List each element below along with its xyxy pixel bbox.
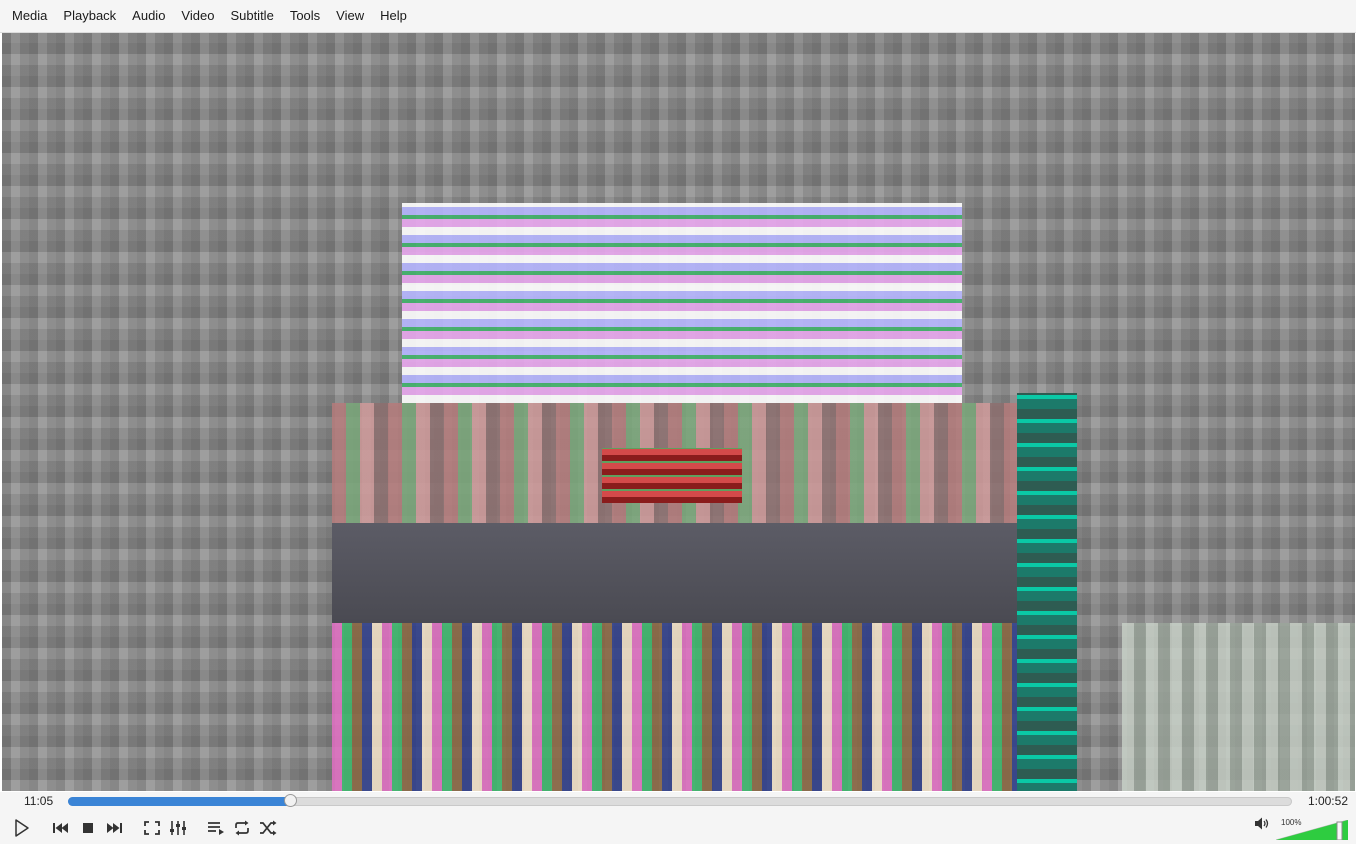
video-frame-region xyxy=(1122,623,1355,791)
extended-settings-icon xyxy=(170,821,186,835)
media-player-window: Media Playback Audio Video Subtitle Tool… xyxy=(0,0,1356,844)
extended-settings-button[interactable] xyxy=(167,817,189,839)
control-bar xyxy=(0,812,1356,844)
next-icon xyxy=(107,823,122,833)
next-button[interactable] xyxy=(103,817,125,839)
fullscreen-button[interactable] xyxy=(141,817,163,839)
menu-bar: Media Playback Audio Video Subtitle Tool… xyxy=(0,0,1356,33)
playlist-button[interactable] xyxy=(205,817,227,839)
menu-help[interactable]: Help xyxy=(372,0,415,32)
speaker-icon xyxy=(1255,817,1269,830)
stop-button[interactable] xyxy=(77,817,99,839)
menu-subtitle[interactable]: Subtitle xyxy=(222,0,281,32)
playlist-icon xyxy=(208,822,224,835)
menu-video[interactable]: Video xyxy=(173,0,222,32)
previous-icon xyxy=(53,823,68,833)
shuffle-icon xyxy=(260,820,277,836)
seek-slider[interactable] xyxy=(68,794,1292,807)
video-frame-region xyxy=(602,448,742,503)
elapsed-time[interactable]: 11:05 xyxy=(24,794,53,808)
mute-button[interactable] xyxy=(1253,813,1271,833)
previous-button[interactable] xyxy=(50,817,72,839)
menu-view[interactable]: View xyxy=(328,0,372,32)
video-frame-region xyxy=(402,203,962,403)
video-frame-region xyxy=(332,623,1032,791)
video-frame-region xyxy=(332,523,1022,623)
volume-triangle xyxy=(1275,819,1349,841)
video-display[interactable] xyxy=(2,33,1355,791)
fullscreen-icon xyxy=(144,821,160,835)
menu-tools[interactable]: Tools xyxy=(282,0,328,32)
seek-row: 11:05 1:00:52 xyxy=(0,792,1356,812)
loop-button[interactable] xyxy=(231,817,253,839)
video-frame-region xyxy=(1017,393,1077,791)
stop-icon xyxy=(83,823,93,833)
menu-audio[interactable]: Audio xyxy=(124,0,173,32)
play-button[interactable] xyxy=(10,817,32,839)
seek-progress xyxy=(68,797,291,806)
play-icon xyxy=(15,819,29,837)
total-time[interactable]: 1:00:52 xyxy=(1308,794,1348,808)
seek-handle[interactable] xyxy=(283,794,297,807)
shuffle-button[interactable] xyxy=(257,817,279,839)
volume-slider[interactable] xyxy=(1275,819,1349,841)
loop-icon xyxy=(235,820,249,836)
menu-playback[interactable]: Playback xyxy=(55,0,124,32)
menu-media[interactable]: Media xyxy=(0,0,55,32)
